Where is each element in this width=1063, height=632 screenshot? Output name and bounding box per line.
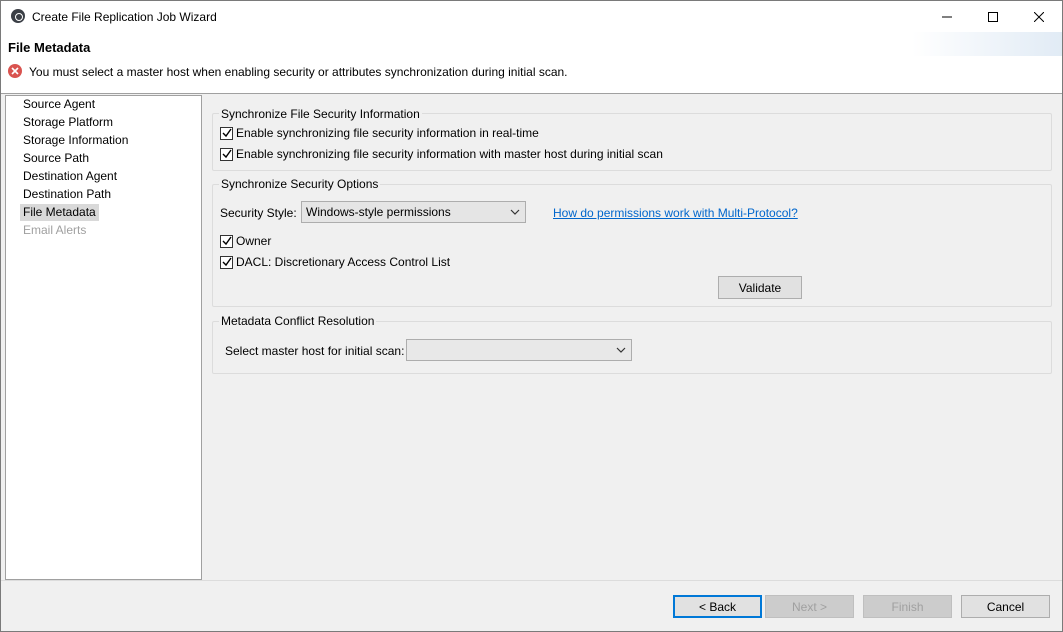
checkmark-icon xyxy=(222,128,232,138)
initial-scan-sync-option: Enable synchronizing file security infor… xyxy=(220,147,663,161)
checkmark-icon xyxy=(222,149,232,159)
nav-item-source-path[interactable]: Source Path xyxy=(20,150,92,167)
owner-label: Owner xyxy=(236,234,272,248)
wizard-header: File Metadata You must select a master h… xyxy=(1,32,1062,94)
nav-item-destination-agent[interactable]: Destination Agent xyxy=(20,168,120,185)
minimize-icon xyxy=(942,16,952,17)
chevron-down-icon xyxy=(510,209,520,215)
owner-checkbox[interactable] xyxy=(220,234,233,248)
title-bar: Create File Replication Job Wizard xyxy=(1,1,1062,32)
chevron-down-icon xyxy=(616,347,626,353)
security-options-title: Synchronize Security Options xyxy=(219,177,381,191)
back-button[interactable]: < Back xyxy=(673,595,762,618)
master-host-label: Select master host for initial scan: xyxy=(225,344,405,358)
maximize-button[interactable] xyxy=(970,1,1016,32)
error-icon xyxy=(8,64,22,78)
app-icon xyxy=(11,9,25,23)
close-icon xyxy=(1034,11,1044,22)
footer-separator xyxy=(1,580,1062,581)
maximize-icon xyxy=(988,11,998,22)
security-style-select[interactable]: Windows-style permissions xyxy=(301,201,526,223)
nav-item-destination-path[interactable]: Destination Path xyxy=(20,186,114,203)
checkmark-icon xyxy=(222,236,232,246)
nav-item-source-agent[interactable]: Source Agent xyxy=(20,96,98,113)
minimize-button[interactable] xyxy=(924,1,970,32)
cancel-button[interactable]: Cancel xyxy=(961,595,1050,618)
realtime-sync-label: Enable synchronizing file security infor… xyxy=(236,126,539,140)
master-host-select[interactable] xyxy=(406,339,632,361)
owner-option: Owner xyxy=(220,234,271,248)
next-button[interactable]: Next > xyxy=(765,595,854,618)
checkmark-icon xyxy=(222,257,232,267)
page-title: File Metadata xyxy=(8,40,91,55)
dacl-option: DACL: Discretionary Access Control List xyxy=(220,255,450,269)
realtime-sync-option: Enable synchronizing file security infor… xyxy=(220,126,539,140)
wizard-window: Create File Replication Job Wizard File … xyxy=(0,0,1063,632)
nav-item-storage-platform[interactable]: Storage Platform xyxy=(20,114,116,131)
sync-security-title: Synchronize File Security Information xyxy=(219,107,422,121)
initial-scan-sync-label: Enable synchronizing file security infor… xyxy=(236,147,663,161)
nav-item-storage-information[interactable]: Storage Information xyxy=(20,132,131,149)
security-style-value: Windows-style permissions xyxy=(306,205,451,219)
nav-item-email-alerts: Email Alerts xyxy=(23,223,87,237)
window-title: Create File Replication Job Wizard xyxy=(32,10,217,24)
validate-button[interactable]: Validate xyxy=(718,276,802,299)
multi-protocol-help-link[interactable]: How do permissions work with Multi-Proto… xyxy=(553,206,798,220)
header-decoration xyxy=(912,32,1062,56)
nav-item-file-metadata[interactable]: File Metadata xyxy=(20,204,99,221)
dacl-checkbox[interactable] xyxy=(220,255,233,269)
sync-security-group xyxy=(212,113,1052,171)
finish-button[interactable]: Finish xyxy=(863,595,952,618)
dacl-label: DACL: Discretionary Access Control List xyxy=(236,255,451,269)
close-button[interactable] xyxy=(1016,1,1062,32)
initial-scan-sync-checkbox[interactable] xyxy=(220,147,233,161)
conflict-resolution-title: Metadata Conflict Resolution xyxy=(219,314,377,328)
realtime-sync-checkbox[interactable] xyxy=(220,126,233,140)
wizard-step-list: Source Agent Storage Platform Storage In… xyxy=(5,95,202,580)
security-style-label: Security Style: xyxy=(220,206,297,220)
wizard-content: Synchronize File Security Information En… xyxy=(203,95,1062,580)
error-message: You must select a master host when enabl… xyxy=(29,65,568,79)
